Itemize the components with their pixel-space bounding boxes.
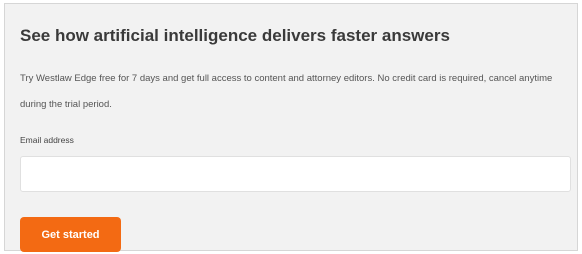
email-field[interactable]: [20, 156, 571, 192]
get-started-button[interactable]: Get started: [20, 217, 121, 252]
card-description: Try Westlaw Edge free for 7 days and get…: [20, 73, 553, 110]
email-field-label: Email address: [20, 135, 74, 145]
card-title: See how artificial intelligence delivers…: [20, 26, 450, 45]
free-trial-card: See how artificial intelligence delivers…: [4, 3, 578, 252]
